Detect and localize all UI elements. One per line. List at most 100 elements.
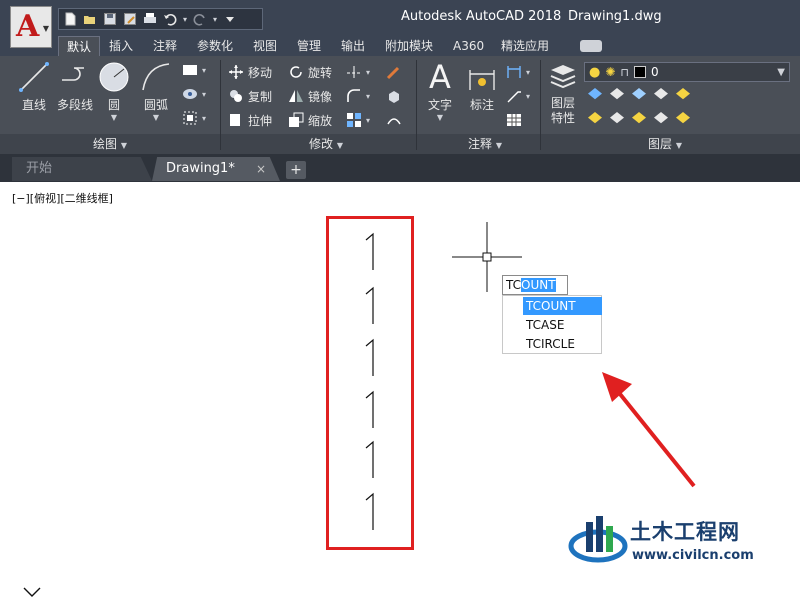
scale-icon [288,112,304,128]
layer-color-swatch [634,66,646,78]
rectangle-tool-button[interactable]: ▾ [182,60,206,80]
drawing-text-item[interactable]: 1 [362,232,382,272]
hatch-tool-button[interactable]: ▾ [182,84,206,104]
chevron-down-icon: ▼ [336,141,343,150]
drawing-text-item[interactable]: 1 [362,286,382,326]
layer-unlock-icon[interactable] [654,112,668,124]
ribbon-panel-area: 直线 多段线 圆 ▼ 圆弧 ▼ ▾ ▾ ▾ 绘图 ▼ 移动 旋转 ▾ 复制 镜像… [0,56,800,154]
layer-dropdown[interactable]: ● ✺ ⊓ 0 ▼ [584,62,790,82]
tab-parametric[interactable]: 参数化 [197,36,233,56]
erase-tool-button[interactable] [386,62,402,82]
tab-a360[interactable]: A360 [453,36,484,56]
chevron-down-icon[interactable]: ▼ [96,113,132,122]
video-icon[interactable] [580,40,602,52]
fillet-icon [346,88,362,104]
rotate-tool-button[interactable]: 旋转 [288,62,332,82]
autocad-logo-icon: A [16,9,40,44]
polyline-tool-button[interactable]: 多段线 [54,60,96,113]
text-tool-button[interactable]: A 文字 ▼ [420,58,460,122]
layer-isolate-icon[interactable] [610,88,624,100]
start-tab[interactable]: 开始 [12,157,152,181]
tab-view[interactable]: 视图 [253,36,277,56]
trim-tool-button[interactable]: ▾ [346,62,370,82]
application-menu-button[interactable]: A ▼ [10,6,52,48]
chevron-down-icon[interactable]: ▼ [420,113,460,122]
rotate-icon [288,64,304,80]
typed-text: TC [506,278,522,292]
mirror-tool-button[interactable]: 镜像 [288,86,332,106]
table-button[interactable] [506,110,522,130]
line-tool-button[interactable]: 直线 [14,60,54,113]
new-file-icon[interactable] [63,12,77,26]
scale-tool-button[interactable]: 缩放 [288,110,332,130]
close-tab-icon[interactable]: × [256,162,266,176]
trim-icon [346,64,362,80]
circle-tool-button[interactable]: 圆 ▼ [96,60,132,122]
undo-dropdown-icon[interactable]: ▾ [183,15,187,24]
tab-default[interactable]: 默认 [58,36,101,56]
drawing-text-item[interactable]: 1 [362,338,382,378]
redo-dropdown-icon[interactable]: ▾ [213,15,217,24]
save-icon[interactable] [103,12,117,26]
polyline-tool-label: 多段线 [56,98,93,112]
layers-panel-title[interactable]: 图层 ▼ [620,136,710,152]
viewport-controls[interactable]: [−][俯视][二维线框] [12,190,113,206]
annotation-panel-title[interactable]: 注释 ▼ [440,136,530,152]
tab-manage[interactable]: 管理 [297,36,321,56]
boundary-tool-button[interactable]: ▾ [182,108,206,128]
layer-lock-icon[interactable] [654,88,668,100]
linear-dimension-icon [506,64,522,80]
redo-icon[interactable] [193,12,207,26]
offset-tool-button[interactable] [386,110,402,130]
fillet-tool-button[interactable]: ▾ [346,86,370,106]
explode-tool-button[interactable] [386,86,402,106]
suggestion-item[interactable]: TCASE [523,316,602,334]
watermark-name: 土木工程网 [630,520,740,544]
array-tool-button[interactable]: ▾ [346,110,370,130]
tab-insert[interactable]: 插入 [109,36,133,56]
suggestion-item[interactable]: TCOUNT [523,297,602,315]
open-icon[interactable] [83,12,97,26]
line-icon [17,60,51,94]
chevron-down-icon: ▼ [675,141,682,150]
print-icon[interactable] [143,12,157,26]
layer-previous-icon[interactable] [632,112,646,124]
chevron-down-icon[interactable]: ▼ [136,113,176,122]
layer-stack-icon[interactable] [676,88,690,100]
linear-dim-button[interactable]: ▾ [506,62,530,82]
leader-button[interactable]: ▾ [506,86,530,106]
unlock-icon: ⊓ [620,65,629,79]
dimension-tool-button[interactable]: 标注 [462,60,502,113]
modify-panel-title[interactable]: 修改 ▼ [276,136,376,152]
panel-divider [540,60,541,150]
watermark-url: www.civilcn.com [632,548,754,563]
make-current-icon[interactable] [588,112,602,124]
save-as-icon[interactable] [123,12,137,26]
layer-off-icon[interactable] [588,88,602,100]
quick-access-toolbar: ▾ ▾ [58,8,263,30]
copy-tool-button[interactable]: 复制 [228,86,272,106]
tab-output[interactable]: 输出 [341,36,365,56]
ucs-icon [23,587,41,597]
chevron-down-icon: ▼ [120,141,127,150]
undo-icon[interactable] [163,12,177,26]
dynamic-input-field[interactable]: TCOUNT [502,275,568,295]
suggestion-item[interactable]: TCIRCLE [523,335,602,353]
layer-properties-button[interactable]: 图层 特性 [544,60,582,126]
tab-featured-apps[interactable]: 精选应用 [501,36,549,56]
drawing-text-item[interactable]: 1 [362,440,382,480]
move-tool-button[interactable]: 移动 [228,62,272,82]
customize-icon[interactable] [223,12,237,26]
tab-addins[interactable]: 附加模块 [385,36,433,56]
drawing-text-item[interactable]: 1 [362,492,382,532]
layer-walk-icon[interactable] [676,112,690,124]
offset-icon [386,112,402,128]
new-tab-button[interactable]: + [286,161,306,179]
stretch-tool-button[interactable]: 拉伸 [228,110,272,130]
arc-tool-button[interactable]: 圆弧 ▼ [136,60,176,122]
match-layer-icon[interactable] [610,112,624,124]
drawing-text-item[interactable]: 1 [362,390,382,430]
layer-freeze-icon[interactable] [632,88,646,100]
tab-annotate[interactable]: 注释 [153,36,177,56]
draw-panel-title[interactable]: 绘图 ▼ [60,136,160,152]
